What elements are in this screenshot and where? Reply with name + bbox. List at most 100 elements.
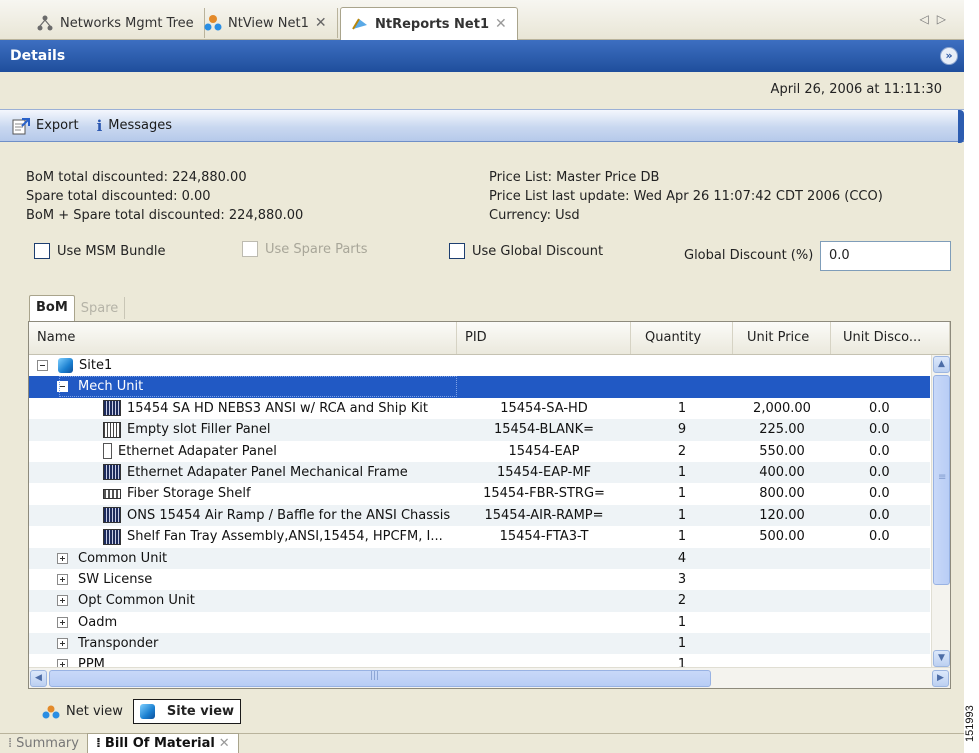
vertical-scroll-thumb[interactable] — [933, 375, 950, 585]
table-row[interactable]: Oadm 1 — [29, 612, 930, 633]
horizontal-scroll-thumb[interactable] — [49, 670, 711, 687]
horizontal-scrollbar[interactable]: ◀ ▶ — [29, 667, 950, 688]
expand-icon[interactable] — [57, 638, 68, 650]
details-toolbar: Export i Messages — [0, 109, 964, 143]
tab-grip-icon: ⁞ — [95, 736, 101, 751]
filler-panel-icon — [103, 421, 121, 438]
cell-name: Fiber Storage Shelf — [29, 483, 457, 504]
collapse-node-icon[interactable] — [57, 381, 68, 393]
table-row[interactable]: Opt Common Unit 2 — [29, 590, 930, 612]
tab-ntview-net1[interactable]: NtView Net1 ✕ — [194, 8, 338, 38]
expand-icon[interactable] — [57, 552, 68, 564]
cell-unit-discount — [831, 612, 930, 633]
tab-networks-mgmt-tree[interactable]: Networks Mgmt Tree — [26, 8, 205, 38]
table-row[interactable]: ONS 15454 Air Ramp / Baffle for the ANSI… — [29, 504, 930, 527]
column-header-unit-price[interactable]: Unit Price — [733, 322, 831, 354]
row-label: Oadm — [78, 614, 118, 630]
view-switcher: Net view Site view — [36, 699, 242, 724]
cell-quantity: 9 — [677, 422, 687, 438]
table-row[interactable]: Transponder 1 — [29, 633, 930, 655]
table-row[interactable]: Mech Unit — [29, 376, 930, 398]
cell-quantity: 1 — [677, 636, 687, 652]
editor-tab-strip: Networks Mgmt Tree NtView Net1 ✕ NtRepor… — [0, 0, 964, 40]
cell-unit-discount: 0.0 — [869, 529, 890, 545]
cell-pid: 15454-FBR-STRG= — [483, 486, 605, 502]
messages-button[interactable]: i Messages — [97, 117, 172, 135]
cell-unit-price — [733, 548, 831, 569]
tab-summary[interactable]: ⁞ Summary — [0, 734, 87, 753]
tab-scroll-arrows[interactable]: ◁▷ — [920, 12, 954, 26]
global-discount-checkbox[interactable] — [449, 243, 465, 259]
column-header-name[interactable]: Name — [29, 322, 457, 354]
tab-ntreports-net1[interactable]: NtReports Net1 ✕ — [340, 7, 518, 40]
global-discount-pct-input[interactable]: 0.0 — [820, 241, 951, 271]
scroll-right-icon[interactable]: ▶ — [932, 670, 949, 687]
table-row[interactable]: SW License 3 — [29, 569, 930, 590]
collapse-icon[interactable]: » — [940, 47, 958, 65]
cell-pid: 15454-EAP-MF — [496, 464, 592, 480]
net-view-button[interactable]: Net view — [36, 699, 129, 724]
messages-label: Messages — [108, 118, 173, 133]
site-view-button[interactable]: Site view — [132, 699, 242, 724]
tab-label: Networks Mgmt Tree — [60, 15, 194, 31]
cell-name: Transponder — [29, 633, 457, 654]
global-discount-label: Use Global Discount — [472, 243, 604, 259]
scroll-up-icon[interactable]: ▲ — [933, 356, 950, 373]
column-header-unit-discount[interactable]: Unit Disco... — [831, 322, 950, 354]
table-row[interactable]: Site1 — [29, 355, 930, 376]
table-header: Name PID Quantity Unit Price Unit Disco.… — [29, 322, 950, 355]
msm-bundle-option[interactable]: Use MSM Bundle — [34, 243, 166, 259]
chassis-icon — [103, 464, 121, 481]
cell-pid — [457, 548, 631, 569]
table-body: Site1 Mech Unit 15454 SA HD NEBS3 ANSI w/ … — [29, 355, 930, 668]
cell-unit-discount: 0.0 — [869, 400, 890, 416]
msm-bundle-checkbox[interactable] — [34, 243, 50, 259]
export-icon — [12, 117, 30, 135]
cell-unit-price: 120.00 — [759, 507, 805, 523]
cell-unit-discount: 0.0 — [869, 422, 890, 438]
table-row[interactable]: PPM 1 — [29, 654, 930, 668]
site-icon — [139, 704, 155, 719]
expand-icon[interactable] — [57, 573, 68, 585]
cell-unit-discount — [831, 633, 930, 654]
expand-icon[interactable] — [57, 616, 68, 628]
msm-bundle-label: Use MSM Bundle — [57, 243, 166, 259]
row-label: ONS 15454 Air Ramp / Baffle for the ANSI… — [127, 507, 451, 523]
table-row[interactable]: Empty slot Filler Panel 15454-BLANK= 9 225.… — [29, 419, 930, 441]
reports-icon — [351, 15, 369, 33]
table-row[interactable]: Common Unit 4 — [29, 547, 930, 569]
column-header-quantity[interactable]: Quantity — [631, 322, 733, 354]
export-button[interactable]: Export — [12, 117, 79, 135]
column-header-pid[interactable]: PID — [457, 322, 631, 354]
cell-unit-price: 2,000.00 — [753, 400, 811, 416]
close-icon[interactable]: ✕ — [219, 736, 230, 751]
cell-quantity: 1 — [677, 657, 687, 668]
vertical-scrollbar[interactable]: ▲ ▼ — [931, 355, 950, 668]
tab-bill-of-material[interactable]: ⁞ Bill Of Material ✕ — [86, 733, 239, 753]
table-row[interactable]: Ethernet Adapater Panel 15454-EAP 2 550.00 0… — [29, 441, 930, 462]
global-discount-option[interactable]: Use Global Discount — [449, 243, 603, 259]
table-row[interactable]: Shelf Fan Tray Assembly,ANSI,15454, HPCF… — [29, 526, 930, 547]
cell-unit-discount — [831, 376, 930, 397]
row-label: Ethernet Adapater Panel — [118, 443, 277, 459]
scroll-left-icon[interactable]: ◀ — [30, 670, 47, 687]
tab-bom[interactable]: BoM — [29, 295, 75, 321]
cell-name: ONS 15454 Air Ramp / Baffle for the ANSI… — [29, 505, 457, 526]
table-row[interactable]: Ethernet Adapater Panel Mechanical Frame… — [29, 461, 930, 484]
expand-icon[interactable] — [57, 595, 68, 607]
cell-unit-price: 400.00 — [759, 464, 805, 480]
row-label: Transponder — [78, 636, 159, 652]
close-icon[interactable]: ✕ — [315, 15, 327, 31]
cell-pid — [457, 355, 631, 376]
table-row[interactable]: 15454 SA HD NEBS3 ANSI w/ RCA and Ship K… — [29, 398, 930, 419]
close-icon[interactable]: ✕ — [495, 16, 507, 32]
report-timestamp: April 26, 2006 at 11:11:30 — [770, 82, 942, 97]
export-label: Export — [36, 118, 79, 133]
cell-pid: 15454-FTA3-T — [499, 529, 589, 545]
chassis-icon — [103, 400, 121, 417]
tab-label: NtView Net1 — [228, 15, 309, 31]
table-row[interactable]: Fiber Storage Shelf 15454-FBR-STRG= 1 800.0… — [29, 483, 930, 504]
collapse-node-icon[interactable] — [37, 360, 48, 371]
cell-unit-price: 225.00 — [759, 422, 805, 438]
scroll-down-icon[interactable]: ▼ — [933, 650, 950, 667]
